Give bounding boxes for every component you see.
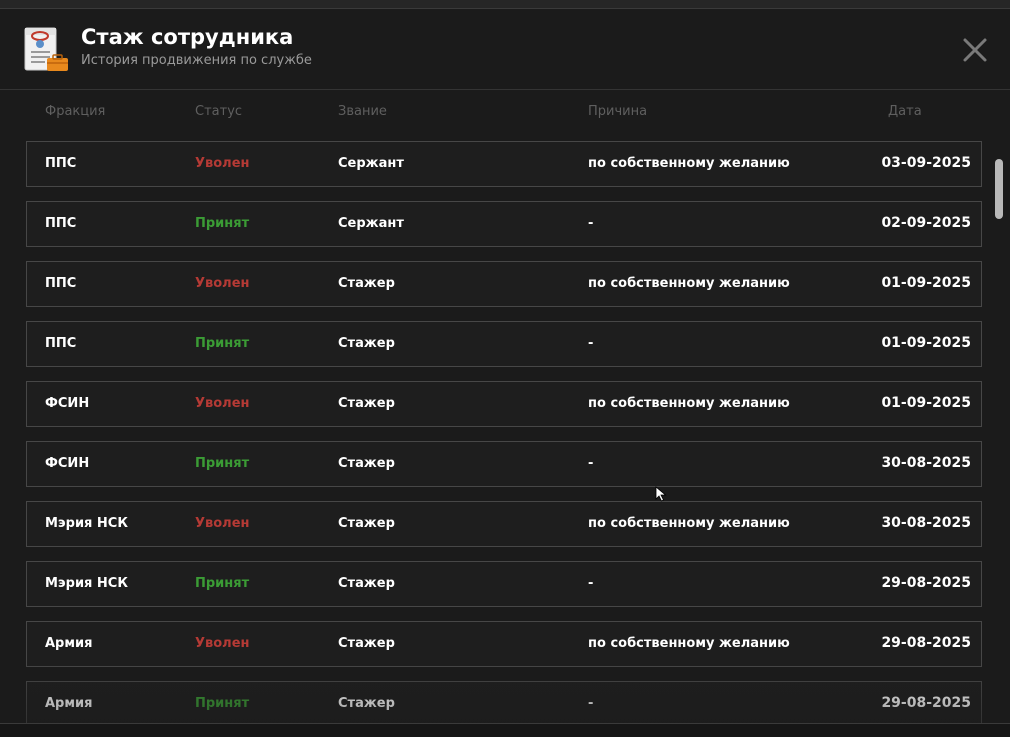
row-date: 01-09-2025 bbox=[881, 335, 971, 351]
row-fraction: Мэрия НСК bbox=[45, 576, 128, 591]
column-header-rank: Звание bbox=[338, 104, 387, 119]
document-briefcase-icon bbox=[24, 27, 68, 71]
table-row: Мэрия НСК Уволен Стажер по собственному … bbox=[26, 501, 982, 547]
row-rank: Стажер bbox=[338, 636, 395, 651]
close-icon[interactable] bbox=[958, 33, 992, 67]
row-reason: по собственному желанию bbox=[588, 156, 790, 171]
row-fraction: ППС bbox=[45, 216, 77, 231]
row-fraction: ППС bbox=[45, 156, 77, 171]
row-date: 29-08-2025 bbox=[881, 575, 971, 591]
dialog-header: Стаж сотрудника История продвижения по с… bbox=[0, 9, 1010, 90]
table-row: Армия Принят Стажер - 29-08-2025 bbox=[26, 681, 982, 723]
row-fraction: ФСИН bbox=[45, 396, 90, 411]
row-reason: - bbox=[588, 216, 594, 231]
row-reason: - bbox=[588, 576, 594, 591]
scrollbar-thumb[interactable] bbox=[995, 159, 1003, 219]
row-fraction: ФСИН bbox=[45, 456, 90, 471]
page-subtitle: История продвижения по службе bbox=[81, 53, 312, 68]
row-reason: - bbox=[588, 456, 594, 471]
row-rank: Сержант bbox=[338, 156, 404, 171]
row-rank: Стажер bbox=[338, 576, 395, 591]
row-rank: Стажер bbox=[338, 336, 395, 351]
row-status: Принят bbox=[195, 216, 250, 231]
column-header-fraction: Фракция bbox=[45, 104, 106, 119]
row-rank: Стажер bbox=[338, 516, 395, 531]
row-status: Принят bbox=[195, 336, 250, 351]
window-top-edge bbox=[0, 0, 1010, 9]
column-header-status: Статус bbox=[195, 104, 243, 119]
row-status: Принят bbox=[195, 576, 250, 591]
table-row: ФСИН Принят Стажер - 30-08-2025 bbox=[26, 441, 982, 487]
table-row: ППС Принят Стажер - 01-09-2025 bbox=[26, 321, 982, 367]
row-status: Уволен bbox=[195, 156, 250, 171]
table-row: ФСИН Уволен Стажер по собственному желан… bbox=[26, 381, 982, 427]
row-status: Принят bbox=[195, 456, 250, 471]
table-row: ППС Уволен Сержант по собственному желан… bbox=[26, 141, 982, 187]
row-rank: Стажер bbox=[338, 276, 395, 291]
row-reason: по собственному желанию bbox=[588, 276, 790, 291]
row-status: Уволен bbox=[195, 396, 250, 411]
table-header: Фракция Статус Звание Причина Дата bbox=[0, 104, 1010, 126]
column-header-reason: Причина bbox=[588, 104, 648, 119]
row-fraction: Армия bbox=[45, 636, 93, 651]
row-date: 30-08-2025 bbox=[881, 515, 971, 531]
window-footer-edge bbox=[0, 723, 1010, 737]
row-reason: по собственному желанию bbox=[588, 636, 790, 651]
mouse-cursor-icon bbox=[655, 486, 667, 502]
scrollbar-track[interactable] bbox=[994, 156, 1004, 716]
row-status: Уволен bbox=[195, 276, 250, 291]
table-row: Армия Уволен Стажер по собственному жела… bbox=[26, 621, 982, 667]
row-date: 01-09-2025 bbox=[881, 275, 971, 291]
row-date: 01-09-2025 bbox=[881, 395, 971, 411]
row-date: 02-09-2025 bbox=[881, 215, 971, 231]
row-fraction: Мэрия НСК bbox=[45, 516, 128, 531]
row-date: 29-08-2025 bbox=[881, 695, 971, 711]
row-reason: - bbox=[588, 336, 594, 351]
table-row: ППС Уволен Стажер по собственному желани… bbox=[26, 261, 982, 307]
table-row: ППС Принят Сержант - 02-09-2025 bbox=[26, 201, 982, 247]
row-fraction: ППС bbox=[45, 276, 77, 291]
row-status: Уволен bbox=[195, 636, 250, 651]
row-date: 30-08-2025 bbox=[881, 455, 971, 471]
row-status: Уволен bbox=[195, 516, 250, 531]
row-fraction: ППС bbox=[45, 336, 77, 351]
row-reason: - bbox=[588, 696, 594, 711]
row-date: 29-08-2025 bbox=[881, 635, 971, 651]
column-header-date: Дата bbox=[888, 104, 922, 119]
row-date: 03-09-2025 bbox=[881, 155, 971, 171]
row-status: Принят bbox=[195, 696, 250, 711]
row-reason: по собственному желанию bbox=[588, 516, 790, 531]
row-fraction: Армия bbox=[45, 696, 93, 711]
page-title: Стаж сотрудника bbox=[81, 25, 294, 49]
row-rank: Стажер bbox=[338, 456, 395, 471]
table-row: Мэрия НСК Принят Стажер - 29-08-2025 bbox=[26, 561, 982, 607]
row-rank: Стажер bbox=[338, 696, 395, 711]
history-list[interactable]: ППС Уволен Сержант по собственному желан… bbox=[0, 141, 1010, 723]
row-reason: по собственному желанию bbox=[588, 396, 790, 411]
row-rank: Сержант bbox=[338, 216, 404, 231]
row-rank: Стажер bbox=[338, 396, 395, 411]
